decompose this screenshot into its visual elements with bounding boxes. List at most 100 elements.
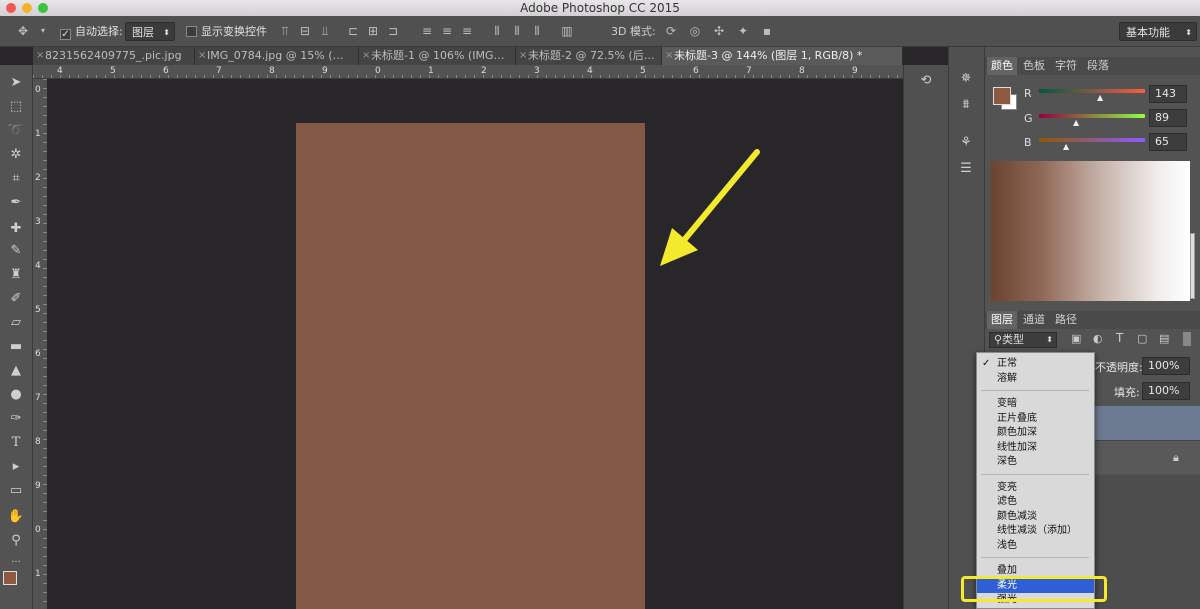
auto-select-dropdown[interactable]: 图层 ⬍ (125, 22, 175, 41)
show-transform-checkbox[interactable]: 显示变换控件 (186, 22, 267, 41)
crop-tool-icon[interactable]: ⌗ (4, 169, 28, 189)
align-top-icon[interactable]: ⫪ (278, 24, 292, 38)
filter-smart-object-icon[interactable]: ▤ (1159, 332, 1169, 345)
adjustments-panel-icon[interactable]: ☰ (954, 159, 978, 179)
more-tools-icon[interactable]: ··· (4, 553, 28, 573)
3d-rotate-icon[interactable]: ⟳ (664, 24, 678, 38)
background-layer-row[interactable] (1095, 440, 1200, 474)
panel-tab[interactable]: 色板 (1019, 57, 1049, 75)
blend-mode-item[interactable]: 正片叠底 (977, 412, 1094, 426)
filter-type-icon[interactable]: T (1116, 331, 1123, 345)
color-spectrum[interactable] (991, 161, 1190, 301)
zoom-window-button[interactable] (38, 3, 48, 13)
close-tab-icon[interactable]: × (519, 47, 527, 65)
panel-tab[interactable]: 图层 (987, 311, 1017, 329)
workspace-dropdown[interactable]: 基本功能 ⬍ (1119, 22, 1197, 41)
brush-tool-icon[interactable]: ✎ (4, 241, 28, 261)
eyedropper-tool-icon[interactable]: ✒ (4, 193, 28, 213)
3d-drag-icon[interactable]: ✣ (712, 24, 726, 38)
3d-roll-icon[interactable]: ◎ (688, 24, 702, 38)
history-panel-icon[interactable]: ⟲ (914, 71, 938, 91)
blue-slider-thumb-icon[interactable]: ▲ (1063, 142, 1069, 151)
foreground-color-swatch[interactable] (3, 571, 17, 585)
fill-input[interactable]: 100% (1142, 382, 1190, 400)
align-bottom-icon[interactable]: ⫫ (318, 24, 332, 38)
healing-brush-tool-icon[interactable]: ✚ (4, 219, 28, 239)
panel-tab[interactable]: 路径 (1051, 311, 1081, 329)
3d-slide-icon[interactable]: ✦ (736, 24, 750, 38)
spectrum-scrollbar[interactable] (1190, 233, 1195, 299)
marquee-tool-icon[interactable]: ⬚ (4, 97, 28, 117)
zoom-tool-icon[interactable]: ⚲ (4, 531, 28, 551)
lasso-tool-icon[interactable]: ➰ (4, 121, 28, 141)
close-window-button[interactable] (6, 3, 16, 13)
panel-tab[interactable]: 颜色 (987, 57, 1017, 75)
distribute-left-icon[interactable]: ⦀ (490, 24, 504, 38)
blue-slider[interactable] (1039, 138, 1145, 142)
align-right-icon[interactable]: ⊐ (386, 24, 400, 38)
distribute-hcenter-icon[interactable]: ⦀ (510, 24, 524, 38)
blend-mode-item[interactable]: 溶解 (977, 372, 1094, 386)
panel-tab[interactable]: 通道 (1019, 311, 1049, 329)
history-brush-tool-icon[interactable]: ✐ (4, 289, 28, 309)
eraser-tool-icon[interactable]: ▱ (4, 313, 28, 333)
rectangle-tool-icon[interactable]: ▭ (4, 481, 28, 501)
foreground-color-chip[interactable] (993, 87, 1011, 105)
distribute-bottom-icon[interactable]: ≡ (460, 24, 474, 38)
distribute-right-icon[interactable]: ⦀ (530, 24, 544, 38)
blend-mode-item[interactable]: 颜色加深 (977, 426, 1094, 440)
align-hcenter-icon[interactable]: ⊞ (366, 24, 380, 38)
align-vcenter-icon[interactable]: ⊟ (298, 24, 312, 38)
dodge-tool-icon[interactable]: ● (4, 385, 28, 405)
tool-preset-chevron-icon[interactable]: ▾ (36, 24, 50, 38)
brush-panel-icon[interactable]: ⚘ (954, 133, 978, 153)
move-tool-icon[interactable]: ➤ (4, 73, 28, 93)
filter-shape-icon[interactable]: ▢ (1137, 332, 1147, 345)
filter-adjustment-icon[interactable]: ◐ (1093, 332, 1103, 345)
red-slider-thumb-icon[interactable]: ▲ (1097, 93, 1103, 102)
histogram-panel-icon[interactable]: ⩩ (954, 95, 978, 115)
close-tab-icon[interactable]: × (198, 47, 206, 65)
selected-layer-row[interactable] (1095, 406, 1200, 440)
green-slider-thumb-icon[interactable]: ▲ (1073, 118, 1079, 127)
gradient-tool-icon[interactable]: ▬ (4, 337, 28, 357)
close-tab-icon[interactable]: × (36, 47, 44, 65)
align-left-icon[interactable]: ⊏ (346, 24, 360, 38)
document-tab[interactable]: × 未标题-3 @ 144% (图层 1, RGB/8) * (662, 47, 903, 65)
path-selection-tool-icon[interactable]: ▸ (4, 457, 28, 477)
document-tab[interactable]: × 未标题-2 @ 72.5% (后… (516, 47, 662, 65)
close-tab-icon[interactable]: × (362, 47, 370, 65)
blue-value-input[interactable]: 65 (1149, 133, 1187, 151)
blend-mode-item[interactable]: 颜色减淡 (977, 510, 1094, 524)
auto-align-icon[interactable]: ▥ (560, 24, 574, 38)
blend-mode-item[interactable]: 变亮 (977, 481, 1094, 495)
filter-toggle[interactable] (1183, 332, 1191, 346)
navigator-panel-icon[interactable]: ✵ (954, 69, 978, 89)
opacity-input[interactable]: 100% (1142, 357, 1190, 375)
filter-pixel-icon[interactable]: ▣ (1071, 332, 1081, 345)
blend-mode-item[interactable]: 线性减淡（添加） (977, 524, 1094, 538)
blend-mode-item[interactable]: 线性加深 (977, 441, 1094, 455)
blend-mode-item[interactable]: 变暗 (977, 397, 1094, 411)
hand-tool-icon[interactable]: ✋ (4, 507, 28, 527)
type-tool-icon[interactable]: T (4, 433, 28, 453)
layer-filter-dropdown[interactable]: ⚲类型 ⬍ (989, 332, 1057, 348)
document-tab[interactable]: × 未标题-1 @ 106% (IMG… (359, 47, 516, 65)
document-canvas[interactable] (296, 123, 645, 609)
panel-tab[interactable]: 字符 (1051, 57, 1081, 75)
magic-wand-tool-icon[interactable]: ✲ (4, 145, 28, 165)
panel-tab[interactable]: 段落 (1083, 57, 1113, 75)
close-tab-icon[interactable]: × (665, 47, 673, 65)
minimize-window-button[interactable] (22, 3, 32, 13)
green-slider[interactable] (1039, 114, 1145, 118)
pen-tool-icon[interactable]: ✑ (4, 409, 28, 429)
document-tab[interactable]: × IMG_0784.jpg @ 15% (… (195, 47, 359, 65)
document-tab[interactable]: × 8231562409775_.pic.jpg (33, 47, 195, 65)
blend-mode-item[interactable]: 浅色 (977, 539, 1094, 553)
distribute-vcenter-icon[interactable]: ≡ (440, 24, 454, 38)
clone-stamp-tool-icon[interactable]: ♜ (4, 265, 28, 285)
green-value-input[interactable]: 89 (1149, 109, 1187, 127)
blend-mode-item[interactable]: 滤色 (977, 495, 1094, 509)
blend-mode-item[interactable]: ✓ 正常 (977, 357, 1094, 371)
distribute-top-icon[interactable]: ≡ (420, 24, 434, 38)
